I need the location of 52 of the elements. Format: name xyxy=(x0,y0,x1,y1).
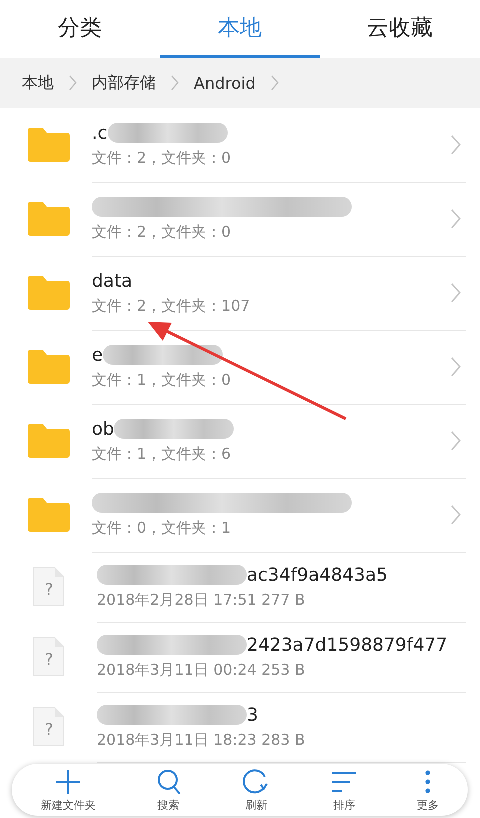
breadcrumb-item[interactable]: 本地 xyxy=(22,72,54,94)
chevron-icon xyxy=(450,504,462,526)
unknown-file-icon: ? xyxy=(33,637,65,677)
chevron-icon xyxy=(68,74,78,92)
item-name: e xyxy=(92,344,104,366)
item-name: data xyxy=(92,270,133,292)
item-name: ac34f9a4843a5 xyxy=(247,564,388,586)
list-item[interactable]: ? 3 2018年3月11日 18:23 283 B xyxy=(0,692,480,762)
item-name: 2423a7d1598879f477 xyxy=(247,634,448,656)
chevron-icon xyxy=(270,74,280,92)
list-item[interactable]: ob 文件：1，文件夹：6 xyxy=(0,404,480,478)
list-item[interactable]: ? ac34f9a4843a5 2018年2月28日 17:51 277 B xyxy=(0,552,480,622)
toolbar-button[interactable]: 搜索 xyxy=(154,768,184,812)
unknown-file-icon: ? xyxy=(33,707,65,747)
toolbar-button[interactable]: 新建文件夹 xyxy=(40,768,96,812)
item-details: 2018年3月11日 00:24 253 B xyxy=(97,661,306,680)
breadcrumb-item[interactable]: Android xyxy=(194,74,256,92)
toolbar-button[interactable]: 刷新 xyxy=(241,768,272,812)
folder-icon xyxy=(28,350,70,384)
list-item[interactable]: 文件：0，文件夹：1 xyxy=(0,478,480,552)
item-details: 2018年3月11日 18:23 283 B xyxy=(97,731,306,750)
breadcrumb-item[interactable]: 内部存储 xyxy=(92,72,156,94)
item-details: 文件：0，文件夹：1 xyxy=(92,519,232,538)
toolbar-button[interactable]: 排序 xyxy=(329,768,360,812)
toolbar-button[interactable]: 更多 xyxy=(417,768,440,812)
folder-icon xyxy=(28,276,70,310)
folder-icon xyxy=(28,128,70,162)
chevron-icon xyxy=(450,282,462,304)
list-item[interactable]: 文件：2，文件夹：0 xyxy=(0,182,480,256)
list-item[interactable]: ? 2423a7d1598879f477 2018年3月11日 00:24 253 B xyxy=(0,622,480,692)
chevron-icon xyxy=(450,134,462,156)
unknown-file-icon: ? xyxy=(33,567,65,607)
item-name: 3 xyxy=(247,704,258,726)
item-details: 文件：2，文件夹：0 xyxy=(92,223,232,242)
item-details: 2018年2月28日 17:51 277 B xyxy=(97,591,306,610)
list-item[interactable]: .c 文件：2，文件夹：0 xyxy=(0,108,480,182)
chevron-icon xyxy=(170,74,180,92)
item-name: ob xyxy=(92,418,114,440)
item-details: 文件：1，文件夹：6 xyxy=(92,445,232,464)
chevron-icon xyxy=(450,356,462,378)
item-details: 文件：1，文件夹：0 xyxy=(92,371,232,390)
list-item[interactable]: data 文件：2，文件夹：107 xyxy=(0,256,480,330)
item-name: .c xyxy=(92,122,108,144)
more-icon xyxy=(424,768,432,796)
chevron-icon xyxy=(450,430,462,452)
chevron-icon xyxy=(450,208,462,230)
item-details: 文件：2，文件夹：0 xyxy=(92,149,232,168)
folder-icon xyxy=(28,498,70,532)
list-item[interactable]: e 文件：1，文件夹：0 xyxy=(0,330,480,404)
folder-icon xyxy=(28,202,70,236)
item-details: 文件：2，文件夹：107 xyxy=(92,297,252,316)
folder-icon xyxy=(28,424,70,458)
